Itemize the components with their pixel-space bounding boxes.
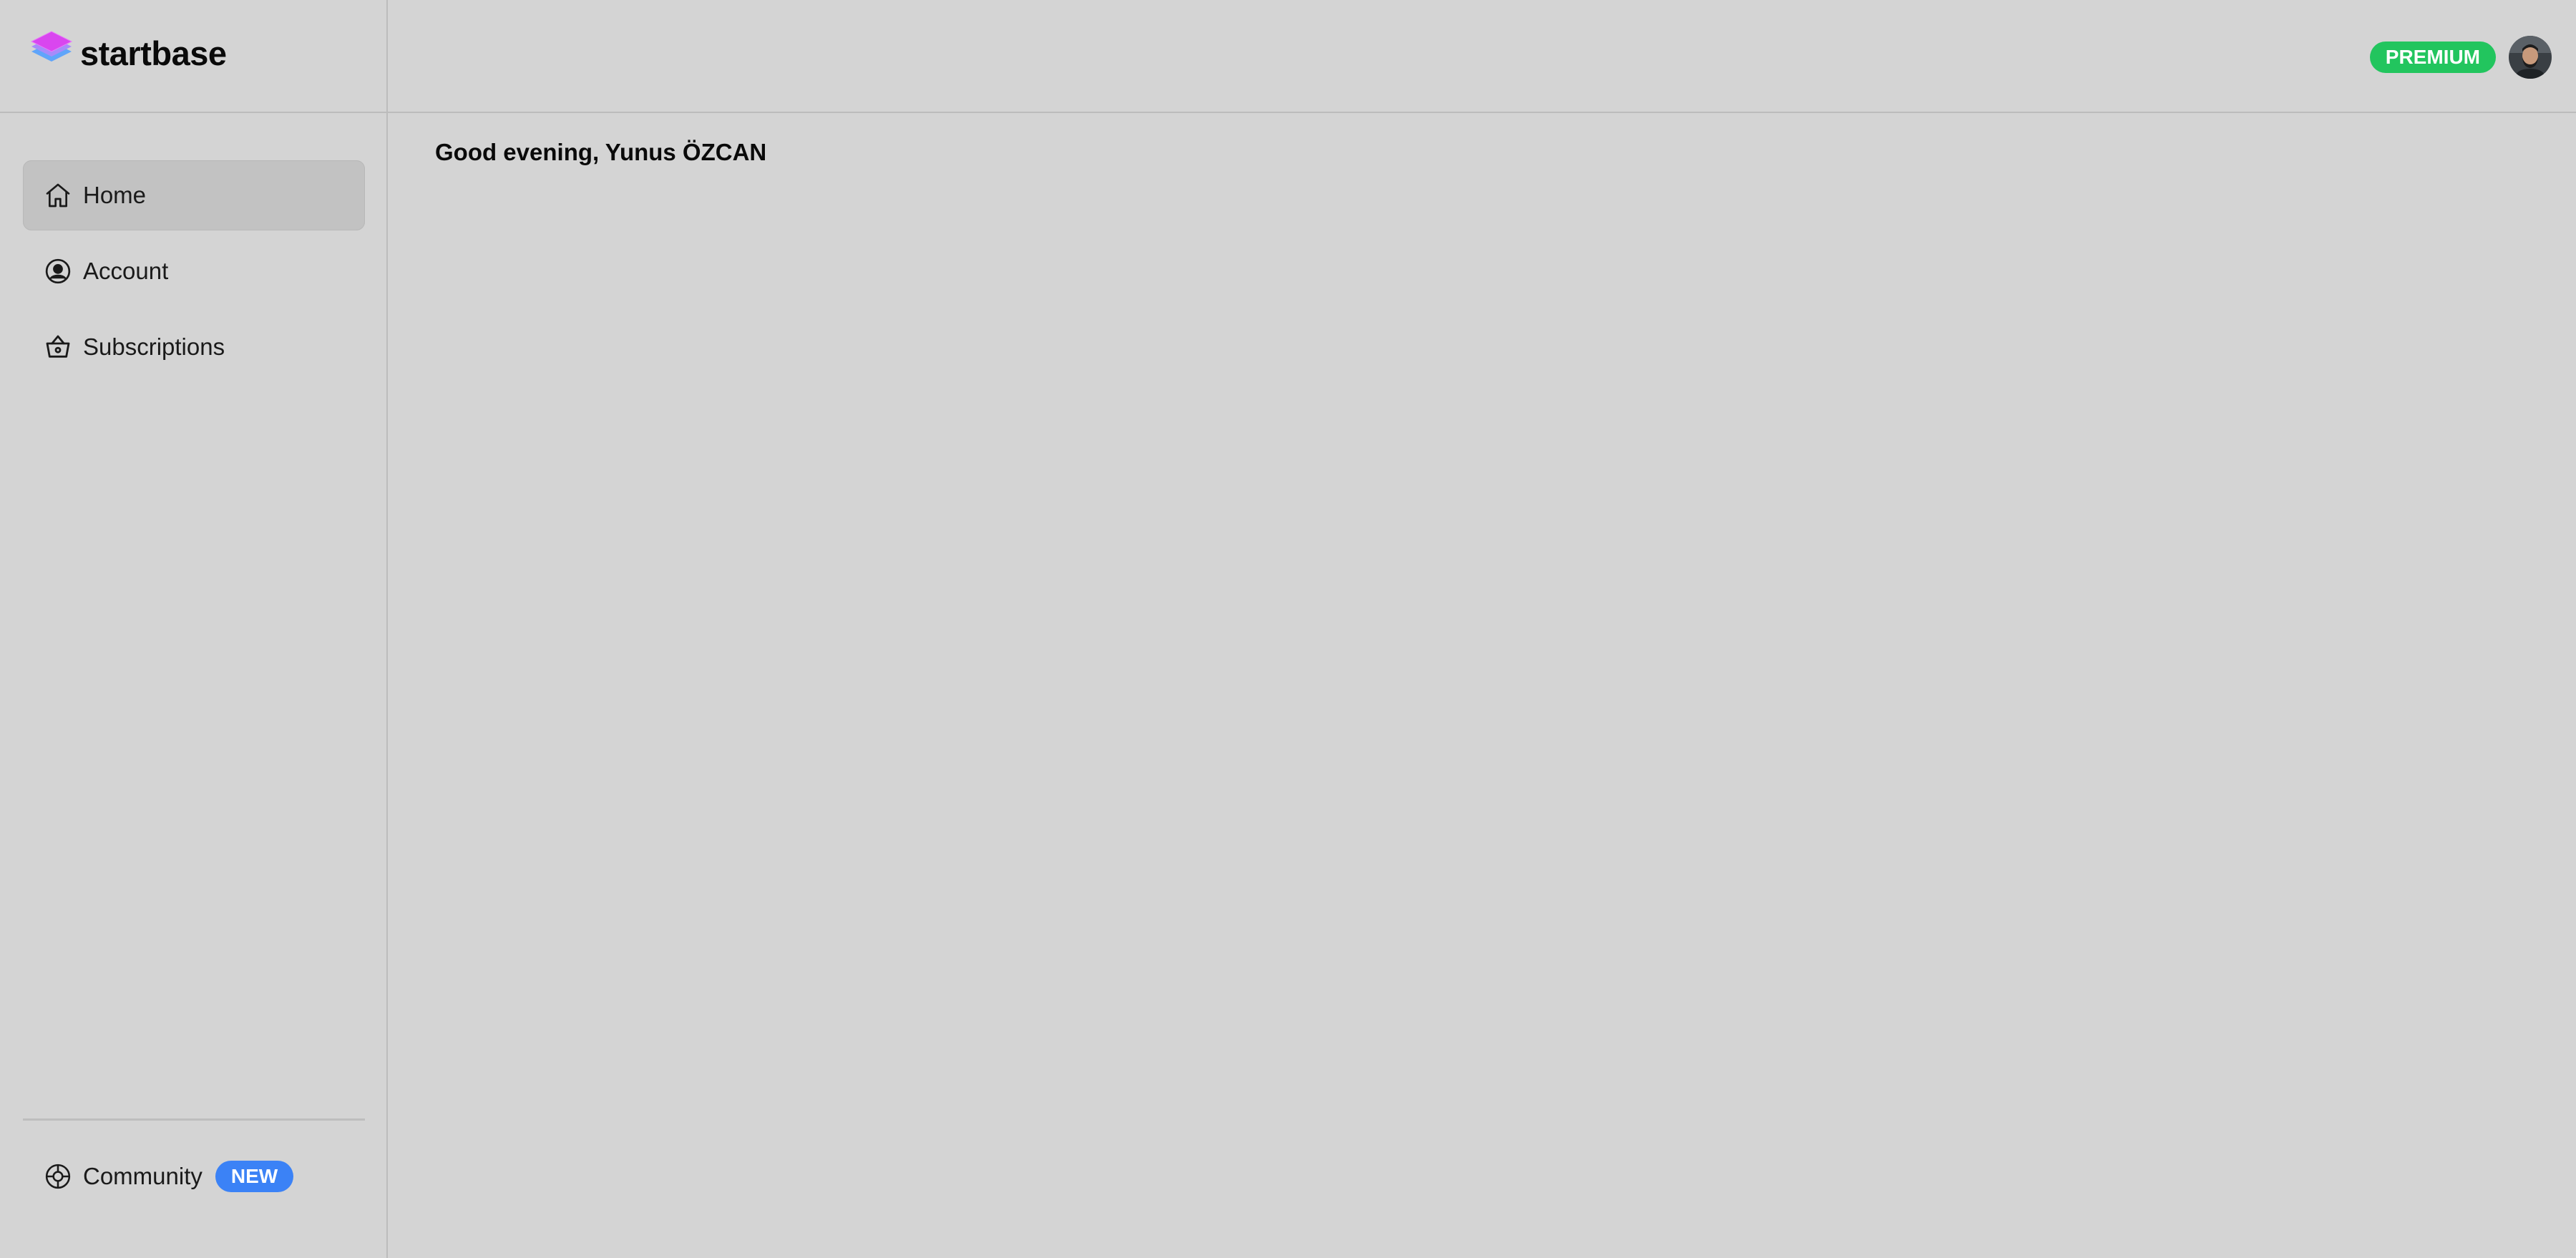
premium-badge: PREMIUM (2369, 42, 2496, 73)
user-circle-icon (43, 256, 73, 286)
topbar: PREMIUM (388, 0, 2576, 113)
sidebar-item-subscriptions[interactable]: Subscriptions (23, 312, 365, 382)
user-avatar-icon (2509, 36, 2552, 79)
brand-name: startbase (80, 34, 227, 72)
sidebar-item-account[interactable]: Account (23, 236, 365, 306)
basket-icon (43, 332, 73, 362)
page-title: Good evening, Yunus ÖZCAN (435, 139, 767, 165)
sidebar: startbase Home Account Subscriptions Com… (0, 0, 388, 1258)
home-icon (43, 180, 73, 210)
layers-icon (30, 31, 73, 62)
new-badge: NEW (215, 1161, 294, 1192)
sidebar-item-label: Subscriptions (83, 333, 225, 360)
community-label: Community (83, 1163, 203, 1189)
app-window: startbase Home Account Subscriptions Com… (0, 0, 2576, 1258)
sidebar-item-home[interactable]: Home (23, 160, 365, 230)
sidebar-item-community[interactable]: Community NEW (23, 1141, 365, 1211)
main-content: Good evening, Yunus ÖZCAN (388, 113, 2576, 1258)
brand[interactable]: startbase (30, 30, 227, 76)
avatar[interactable] (2509, 36, 2552, 79)
sidebar-divider (23, 1118, 365, 1121)
globe-icon (43, 1161, 73, 1191)
sidebar-header: startbase (0, 0, 386, 113)
sidebar-item-label: Account (83, 258, 169, 284)
sidebar-item-label: Home (83, 182, 147, 208)
sidebar-nav: Home Account Subscriptions (23, 160, 365, 388)
